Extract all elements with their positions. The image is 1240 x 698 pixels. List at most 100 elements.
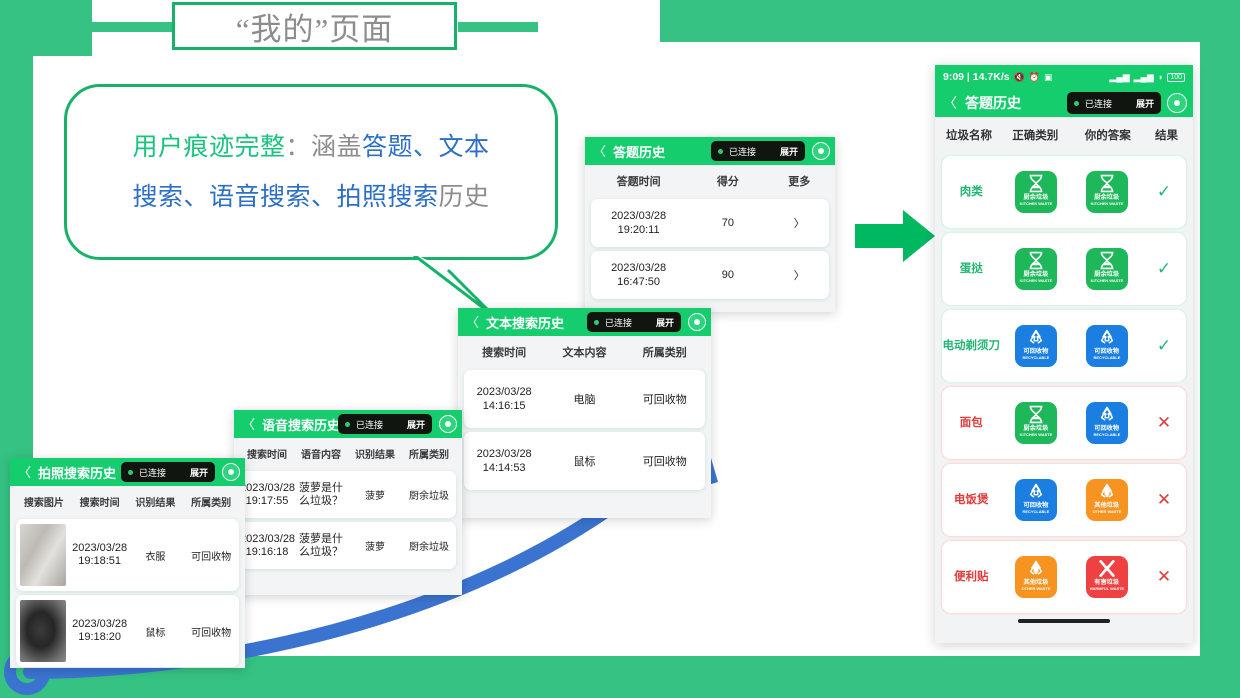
status-dot-icon	[127, 469, 133, 475]
waste-label-en: KITCHEN WASTE	[1019, 201, 1053, 206]
table-row[interactable]: 肉类 厨余垃圾 KITCHEN WASTE 厨余垃圾 KITCHEN WASTE ✓	[942, 156, 1186, 228]
photo-column-headers: 搜索图片 搜索时间 识别结果 所属类别	[10, 486, 245, 515]
connection-pill[interactable]: 已连接 展开	[1066, 92, 1161, 114]
table-row[interactable]: 2023/03/28 16:47:50 90 〉	[591, 251, 829, 299]
search-clock: 19:18:51	[78, 555, 122, 567]
your-answer-cell: 其他垃圾 OTHER WASTE	[1071, 479, 1142, 521]
page-title: “我的”页面	[235, 11, 394, 47]
wifi-icon: ◗	[1157, 72, 1164, 82]
record-icon[interactable]	[222, 463, 240, 481]
waste-label-cn: 厨余垃圾	[1023, 271, 1049, 278]
expand-label[interactable]: 展开	[190, 466, 208, 479]
callout-bubble: 用户痕迹完整：涵盖答题、文本 搜索、语音搜索、拍照搜索历史	[64, 84, 558, 260]
column-header: 所属类别	[409, 450, 449, 461]
column-header: 搜索时间	[247, 450, 287, 461]
table-row[interactable]: 便利贴 其他垃圾 OTHER WASTE 有害垃圾 HARMFUL WASTE ✕	[942, 541, 1186, 613]
record-icon[interactable]	[688, 313, 706, 331]
text-nav-title: 文本搜索历史	[486, 315, 565, 331]
waste-label-en: RECYCLABLE	[1022, 355, 1050, 360]
table-row[interactable]: 2023/03/28 19:17:55 菠萝是什 么垃圾？ 菠萝 厨余垃圾	[240, 471, 456, 518]
green-right-arrow-icon	[855, 210, 935, 262]
waste-label-cn: 厨余垃圾	[1023, 425, 1049, 432]
cross-icon: ✕	[1156, 490, 1172, 509]
quiz-score: 70	[721, 217, 734, 229]
expand-label[interactable]: 展开	[780, 145, 798, 158]
connection-status: 已连接	[1084, 98, 1112, 109]
chevron-left-icon[interactable]: 〈	[593, 145, 606, 158]
expand-label[interactable]: 展开	[1136, 97, 1154, 110]
alarm-icon: ⏰	[1028, 71, 1041, 82]
search-time: 2023/03/28 14:16:15	[464, 385, 544, 413]
connection-pill[interactable]: 已连接 展开	[710, 141, 805, 161]
connection-pill[interactable]: 已连接 展开	[337, 414, 432, 434]
callout-seg: 搜索、语音搜索、拍照搜索	[132, 183, 439, 211]
signal-1-icon: ▂▄▆	[1109, 71, 1130, 82]
mute-icon: 🔇	[1013, 71, 1025, 82]
chevron-left-icon[interactable]: 〈	[242, 418, 255, 431]
your-answer-cell: 可回收物 RECYCLABLE	[1071, 402, 1142, 444]
record-icon[interactable]	[812, 142, 830, 160]
phone-nav-title: 答题历史	[965, 95, 1021, 111]
clothes-photo-thumbnail[interactable]	[16, 524, 72, 586]
voice-content-l2: 么垃圾？	[299, 494, 343, 507]
record-icon[interactable]	[439, 415, 457, 433]
voice-column-headers: 搜索时间 语音内容 识别结果 所属类别	[234, 438, 462, 467]
your-answer-cell: 厨余垃圾 KITCHEN WASTE	[1071, 171, 1142, 213]
status-dot-icon	[344, 421, 350, 427]
battery-icon: 100	[1167, 72, 1185, 82]
table-row[interactable]: 面包 厨余垃圾 KITCHEN WASTE 可回收物 RECYCLABLE ✕	[942, 387, 1186, 459]
chevron-left-icon[interactable]: 〈	[18, 466, 31, 479]
waste-label-en: OTHER WASTE	[1092, 509, 1122, 514]
search-clock: 19:18:20	[78, 631, 122, 643]
table-row[interactable]: 2023/03/28 19:20:11 70 〉	[591, 199, 829, 247]
callout-seg: 历史	[438, 183, 490, 211]
column-header: 搜索图片	[23, 498, 64, 509]
table-row[interactable]: 电动剃须刀 可回收物 RECYCLABLE 可回收物 RECYCLABLE ✓	[942, 310, 1186, 382]
quiz-column-headers: 答题时间 得分 更多	[585, 165, 835, 195]
search-category: 厨余垃圾	[409, 491, 449, 502]
your-answer-cell: 有害垃圾 HARMFUL WASTE	[1071, 556, 1142, 598]
waste-label-cn: 可回收物	[1023, 348, 1049, 355]
chevron-right-icon[interactable]: 〉	[769, 267, 829, 283]
waste-icon-correct: 可回收物 RECYCLABLE	[1014, 479, 1057, 521]
quiz-answer-list: 肉类 厨余垃圾 KITCHEN WASTE 厨余垃圾 KITCHEN WASTE ✓ 蛋挞厨…	[935, 156, 1193, 613]
table-row[interactable]: 2023/03/28 14:16:15 电脑 可回收物	[464, 370, 705, 428]
top-green-band	[660, 0, 1240, 42]
table-row[interactable]: 2023/03/28 19:16:18 菠萝是什 么垃圾？ 菠萝 厨余垃圾	[240, 522, 456, 569]
record-icon[interactable]	[1167, 93, 1187, 113]
panel-text-search-history: 〈 文本搜索历史 已连接 展开 搜索时间 文本内容 所属类别 2023/03/2…	[458, 308, 711, 518]
slide-title-box: “我的”页面	[172, 2, 457, 50]
column-header: 文本内容	[562, 347, 607, 359]
table-row[interactable]: 2023/03/28 19:18:51 衣服 可回收物	[16, 519, 239, 591]
waste-icon-answer: 其他垃圾 OTHER WASTE	[1085, 479, 1128, 521]
waste-label-en: RECYCLABLE	[1093, 432, 1121, 437]
search-category: 可回收物	[191, 551, 232, 563]
connection-pill[interactable]: 已连接 展开	[120, 462, 215, 482]
mouse-photo-thumbnail[interactable]	[16, 600, 72, 662]
table-row[interactable]: 蛋挞 厨余垃圾 KITCHEN WASTE 厨余垃圾 KITCHEN WASTE ✓	[942, 233, 1186, 305]
search-time: 2023/03/28 19:17:55	[240, 482, 295, 508]
recognition-result: 鼠标	[145, 627, 166, 639]
chevron-left-icon[interactable]: 〈	[943, 93, 957, 113]
quiz-clock: 19:20:11	[617, 224, 660, 236]
recognition-result: 衣服	[145, 551, 166, 563]
phone-status-bar: 9:09 | 14.7K/s 🔇 ⏰ ▣ ▂▄▆ ▂▄▆ ◗ 100	[935, 65, 1193, 89]
expand-label[interactable]: 展开	[407, 418, 425, 431]
voice-content-l1: 菠萝是什	[299, 481, 343, 494]
photo-nav-bar: 〈 拍照搜索历史 已连接 展开	[10, 458, 245, 486]
chevron-right-icon[interactable]: 〉	[769, 215, 829, 231]
column-header: 得分	[716, 176, 739, 188]
column-header: 所属类别	[191, 498, 232, 509]
table-row[interactable]: 2023/03/28 19:18:20 鼠标 可回收物	[16, 595, 239, 667]
search-category: 厨余垃圾	[409, 542, 449, 553]
table-row[interactable]: 2023/03/28 14:14:53 鼠标 可回收物	[464, 432, 705, 490]
chevron-left-icon[interactable]: 〈	[466, 316, 479, 329]
correct-category-cell: 厨余垃圾 KITCHEN WASTE	[1001, 248, 1072, 290]
table-row[interactable]: 电饭煲 可回收物 RECYCLABLE 其他垃圾 OTHER WASTE ✕	[942, 464, 1186, 536]
waste-label-cn: 其他垃圾	[1094, 502, 1120, 509]
expand-label[interactable]: 展开	[656, 316, 674, 329]
correct-category-cell: 其他垃圾 OTHER WASTE	[1001, 556, 1072, 598]
waste-icon-correct: 其他垃圾 OTHER WASTE	[1014, 556, 1057, 598]
voice-content-l1: 菠萝是什	[299, 532, 343, 545]
connection-pill[interactable]: 已连接 展开	[586, 312, 681, 332]
